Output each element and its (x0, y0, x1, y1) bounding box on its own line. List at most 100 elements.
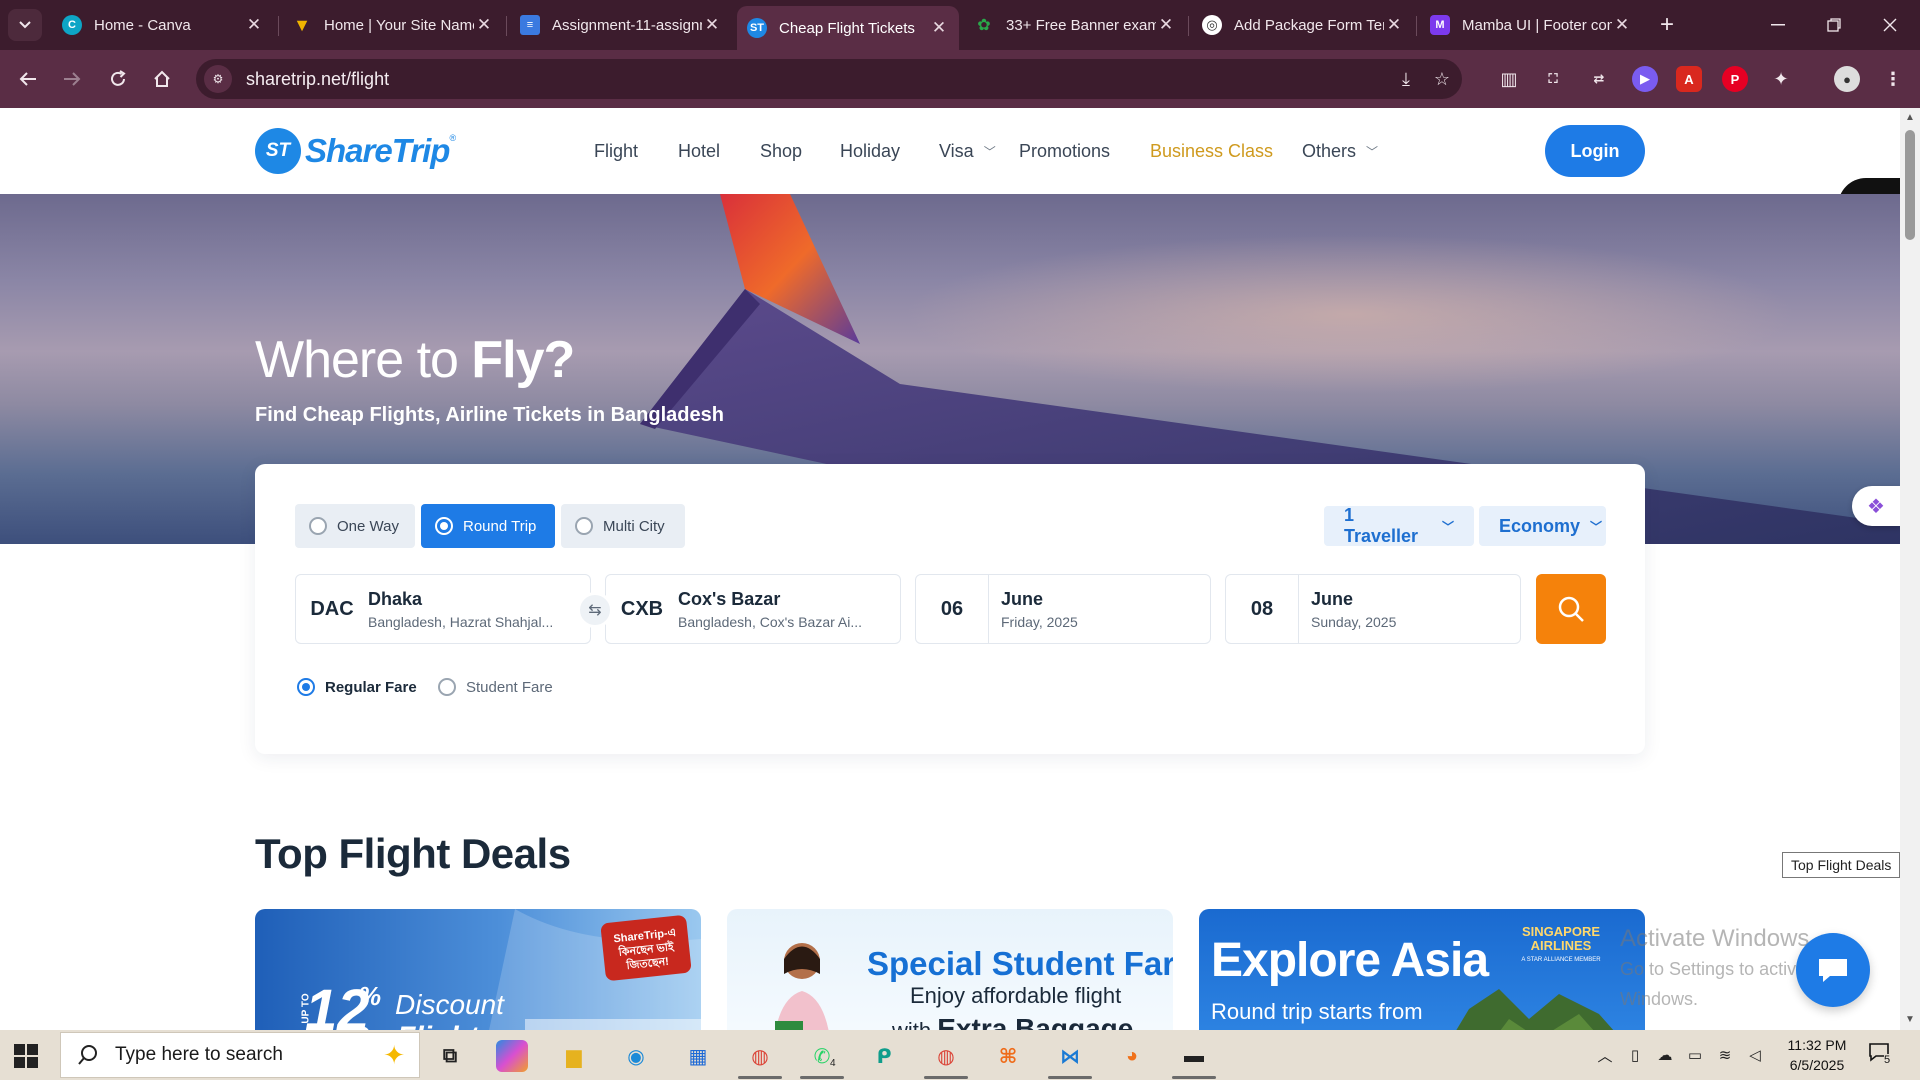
volume-muted-icon[interactable]: ◁ (1744, 1044, 1766, 1066)
edge-icon[interactable]: ◉ (620, 1040, 652, 1072)
device-icon[interactable]: ▯ (1624, 1044, 1646, 1066)
fare-regular[interactable]: Regular Fare (297, 678, 417, 696)
trip-type-round-trip[interactable]: Round Trip (421, 504, 555, 548)
pycharm-icon[interactable]: ᑭ (868, 1040, 900, 1072)
live-chat-button[interactable] (1796, 933, 1870, 1007)
close-tab-icon[interactable]: ✕ (929, 18, 949, 38)
nav-business-class[interactable]: Business Class (1150, 108, 1273, 194)
battery-icon[interactable]: ▭ (1684, 1044, 1706, 1066)
microsoft-store-icon[interactable]: ▦ (682, 1040, 714, 1072)
browser-tab[interactable]: ▼ Home | Your Site Name ✕ (282, 6, 504, 44)
system-clock[interactable]: 11:32 PM 6/5/2025 (1772, 1035, 1862, 1075)
nav-holiday[interactable]: Holiday (840, 108, 900, 194)
login-button[interactable]: Login (1545, 125, 1645, 177)
wifi-icon[interactable]: ≋ (1714, 1044, 1736, 1066)
pdf-extension-icon[interactable]: A (1676, 66, 1702, 92)
nav-others[interactable]: Others ﹀ (1302, 108, 1378, 194)
terminal-icon[interactable]: ▬ (1178, 1040, 1210, 1072)
file-explorer-icon[interactable]: ▆ (558, 1040, 590, 1072)
xampp-icon[interactable]: ⌘ (992, 1040, 1024, 1072)
extension-play-icon[interactable]: ▶ (1632, 66, 1658, 92)
scroll-up-arrow[interactable]: ▲ (1904, 112, 1916, 124)
search-placeholder: Type here to search (115, 1044, 283, 1065)
browser-tab[interactable]: ◎ Add Package Form Template ✕ (1192, 6, 1414, 44)
tab-search-button[interactable] (8, 9, 42, 41)
close-tab-icon[interactable]: ✕ (1612, 15, 1632, 35)
traveller-dropdown[interactable]: 1 Traveller ﹀ (1324, 505, 1474, 546)
close-tab-icon[interactable]: ✕ (1384, 15, 1404, 35)
reading-list-icon[interactable]: ▥ (1496, 66, 1522, 92)
close-tab-icon[interactable]: ✕ (474, 15, 494, 35)
return-date-field[interactable]: 08 June Sunday, 2025 (1225, 574, 1521, 644)
nav-shop[interactable]: Shop (760, 108, 802, 194)
nav-label: Promotions (1019, 140, 1111, 161)
trip-type-one-way[interactable]: One Way (295, 504, 415, 548)
tab-title: Assignment-11-assignment (552, 16, 702, 34)
search-flights-button[interactable] (1536, 574, 1606, 644)
reload-button[interactable] (102, 63, 134, 95)
firefox-icon[interactable]: ◕ (1116, 1040, 1148, 1072)
taskbar-search[interactable]: Type here to search ✦ (60, 1032, 420, 1078)
home-button[interactable] (146, 63, 178, 95)
site-settings-icon[interactable]: ⚙ (204, 65, 232, 93)
pinterest-icon[interactable]: P (1722, 66, 1748, 92)
scroll-thumb[interactable] (1905, 130, 1915, 240)
swap-arrows-icon: ⇆ (588, 602, 602, 619)
trip-type-multi-city[interactable]: Multi City (561, 504, 685, 548)
bookmark-star-icon[interactable]: ☆ (1428, 65, 1456, 93)
nav-promotions[interactable]: Promotions (1019, 108, 1110, 194)
browser-menu-icon[interactable]: ⋮ (1880, 66, 1906, 92)
depart-date-field[interactable]: 06 June Friday, 2025 (915, 574, 1211, 644)
tab-title: Home | Your Site Name (324, 16, 474, 34)
browser-tab[interactable]: ≡ Assignment-11-assignment ✕ (510, 6, 732, 44)
copilot-icon[interactable] (496, 1040, 528, 1072)
cabin-class-dropdown[interactable]: Economy ﹀ (1479, 506, 1606, 546)
minimize-button[interactable] (1750, 0, 1806, 50)
fare-student[interactable]: Student Fare (438, 678, 553, 696)
deal-card-explore-asia[interactable]: Explore Asia Round trip starts from SING… (1199, 909, 1645, 1030)
chrome-profile-icon[interactable]: ◍ (930, 1040, 962, 1072)
page-scrollbar[interactable]: ▲ ▼ (1900, 108, 1920, 1030)
url-text[interactable]: sharetrip.net/flight (246, 69, 389, 90)
task-view-icon[interactable]: ⧉ (434, 1040, 466, 1072)
onedrive-icon[interactable]: ☁ (1654, 1044, 1676, 1066)
chrome-icon[interactable]: ◍ (744, 1040, 776, 1072)
browser-tab[interactable]: ✿ 33+ Free Banner examples ✕ (964, 6, 1186, 44)
to-airport-field[interactable]: CXB Cox's Bazar Bangladesh, Cox's Bazar … (605, 574, 901, 644)
browser-tab[interactable]: C Home - Canva ✕ (52, 6, 274, 44)
chevron-up-icon[interactable]: ︿ (1594, 1044, 1616, 1066)
notification-center-button[interactable]: 5 (1868, 1042, 1904, 1070)
flight-search-card: One Way Round Trip Multi City 1 Travelle… (255, 464, 1645, 754)
close-tab-icon[interactable]: ✕ (702, 15, 722, 35)
extension-translate-icon[interactable]: ⇄ (1586, 66, 1612, 92)
browser-tab-active[interactable]: ST Cheap Flight Tickets ✕ (737, 6, 959, 50)
percent-sign: % (358, 981, 382, 1011)
start-button[interactable] (12, 1042, 40, 1070)
scroll-down-arrow[interactable]: ▼ (1904, 1014, 1916, 1026)
swap-airports-button[interactable]: ⇆ (577, 592, 613, 628)
extension-network-icon[interactable]: ⛶ (1540, 66, 1566, 92)
install-app-icon[interactable]: ⤓ (1392, 65, 1420, 93)
new-tab-button[interactable]: + (1652, 10, 1682, 40)
singapore-airlines-logo: SINGAPORE AIRLINES A STAR ALLIANCE MEMBE… (1521, 924, 1601, 964)
address-bar[interactable]: ⚙ sharetrip.net/flight ⤓ ☆ (196, 59, 1462, 99)
sharetrip-logo[interactable]: ST ShareTrip ® (255, 127, 456, 175)
back-button[interactable] (12, 63, 44, 95)
ai-assistant-button[interactable]: ❖ (1852, 486, 1900, 526)
extensions-puzzle-icon[interactable]: ✦ (1768, 66, 1794, 92)
forward-button[interactable] (56, 63, 88, 95)
restore-button[interactable] (1806, 0, 1862, 50)
nav-hotel[interactable]: Hotel (678, 108, 720, 194)
vscode-icon[interactable]: ⋈ (1054, 1040, 1086, 1072)
nav-visa[interactable]: Visa ﹀ (939, 108, 996, 194)
close-tab-icon[interactable]: ✕ (1156, 15, 1176, 35)
nav-flight[interactable]: Flight (594, 108, 638, 194)
to-code: CXB (620, 597, 664, 620)
profile-avatar[interactable]: ● (1834, 66, 1860, 92)
close-window-button[interactable] (1862, 0, 1918, 50)
deal-card-discount[interactable]: UP TO 12 % Discount On Flights ShareTrip… (255, 909, 701, 1030)
deal-card-student-fare[interactable]: Special Student Fare Enjoy affordable fl… (727, 909, 1173, 1030)
from-airport-field[interactable]: DAC Dhaka Bangladesh, Hazrat Shahjal... (295, 574, 591, 644)
close-tab-icon[interactable]: ✕ (244, 15, 264, 35)
browser-tab[interactable]: M Mamba UI | Footer components ✕ (1420, 6, 1642, 44)
